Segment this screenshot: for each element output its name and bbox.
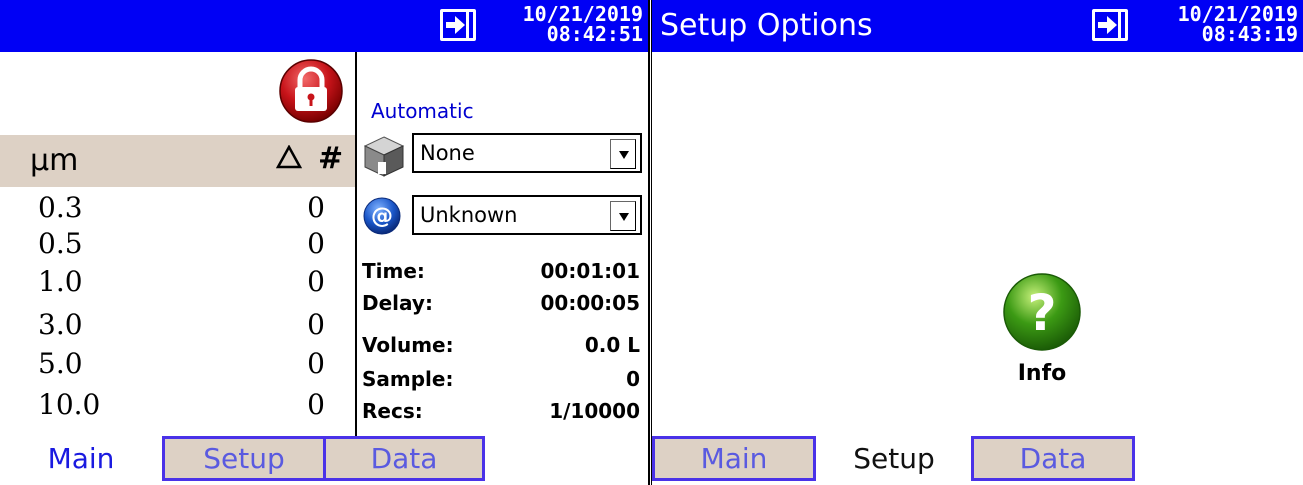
stat-sample: Sample: 0	[362, 364, 640, 394]
chevron-down-icon[interactable]	[610, 139, 636, 169]
main-screen: 10/21/2019 08:42:51 µm # 0.3 0 0.5 0 1.0…	[0, 0, 648, 485]
time-label: 08:42:51	[546, 22, 643, 46]
page-title: Setup Options	[660, 8, 873, 43]
title-bar: Setup Options 10/21/2019 08:43:19	[652, 0, 1303, 52]
stat-label: Time:	[362, 259, 425, 283]
plug-connection-icon[interactable]	[440, 9, 476, 41]
size-cell: 5.0	[38, 347, 83, 380]
stat-delay: Delay: 00:00:05	[362, 288, 640, 318]
table-row: 0.5 0	[0, 224, 355, 264]
stat-value: 1/10000	[549, 399, 640, 423]
stat-value: 0.0 L	[584, 333, 640, 357]
question-mark-icon[interactable]: ?	[1002, 272, 1082, 352]
svg-text:?: ?	[1027, 284, 1056, 342]
size-cell: 1.0	[38, 265, 83, 298]
location-select[interactable]: None	[412, 133, 642, 173]
time-label: 08:43:19	[1201, 22, 1298, 46]
stat-volume: Volume: 0.0 L	[362, 330, 640, 360]
svg-text:@: @	[371, 204, 393, 229]
count-header: #	[318, 141, 344, 176]
stat-value: 00:01:01	[540, 259, 641, 283]
count-cell: 0	[307, 388, 325, 421]
stat-label: Delay:	[362, 291, 433, 315]
at-sign-icon: @	[362, 196, 402, 236]
address-select-value: Unknown	[420, 203, 518, 227]
title-bar: 10/21/2019 08:42:51	[0, 0, 648, 52]
info-button[interactable]: ? Info	[1002, 272, 1092, 392]
table-row: 3.0 0	[0, 305, 355, 345]
mode-label[interactable]: Automatic	[371, 98, 474, 124]
lock-icon[interactable]	[278, 58, 344, 124]
tab-setup[interactable]: Setup	[816, 436, 972, 481]
tab-data[interactable]: Data	[323, 436, 485, 481]
stat-recs: Recs: 1/10000	[362, 396, 640, 426]
date-time: 10/21/2019 08:42:51	[523, 4, 643, 44]
stat-value: 0	[626, 367, 640, 391]
panel-divider	[355, 52, 357, 436]
setup-screen: Setup Options 10/21/2019 08:43:19 ? Info…	[652, 0, 1303, 485]
table-row: 5.0 0	[0, 344, 355, 384]
stat-time: Time: 00:01:01	[362, 256, 640, 286]
date-label: 10/21/2019	[1177, 2, 1298, 26]
location-select-value: None	[420, 141, 475, 165]
unit-header: µm	[30, 143, 79, 178]
info-label: Info	[1017, 361, 1067, 386]
size-cell: 0.5	[38, 227, 83, 260]
date-time: 10/21/2019 08:43:19	[1178, 4, 1298, 44]
stat-value: 00:00:05	[540, 291, 641, 315]
size-table-header: µm #	[0, 135, 355, 187]
size-cell: 10.0	[38, 388, 101, 421]
count-cell: 0	[307, 265, 325, 298]
count-cell: 0	[307, 347, 325, 380]
size-cell: 3.0	[38, 308, 83, 341]
chevron-down-icon[interactable]	[610, 201, 636, 231]
stat-label: Volume:	[362, 333, 454, 357]
table-row: 0.3 0	[0, 188, 355, 228]
tab-main[interactable]: Main	[652, 436, 816, 481]
count-cell: 0	[307, 308, 325, 341]
tab-main[interactable]: Main	[0, 436, 162, 481]
cube-icon	[362, 134, 406, 178]
table-row: 1.0 0	[0, 262, 355, 302]
tab-setup[interactable]: Setup	[162, 436, 326, 481]
stat-label: Recs:	[362, 399, 423, 423]
stat-label: Sample:	[362, 367, 454, 391]
delta-icon[interactable]	[275, 144, 303, 173]
plug-connection-icon[interactable]	[1092, 9, 1128, 41]
tab-data[interactable]: Data	[971, 436, 1135, 481]
size-cell: 0.3	[38, 191, 83, 224]
screen-divider	[648, 0, 650, 485]
date-label: 10/21/2019	[522, 2, 643, 26]
table-row: 10.0 0	[0, 385, 355, 425]
address-select[interactable]: Unknown	[412, 195, 642, 235]
count-cell: 0	[307, 191, 325, 224]
count-cell: 0	[307, 227, 325, 260]
